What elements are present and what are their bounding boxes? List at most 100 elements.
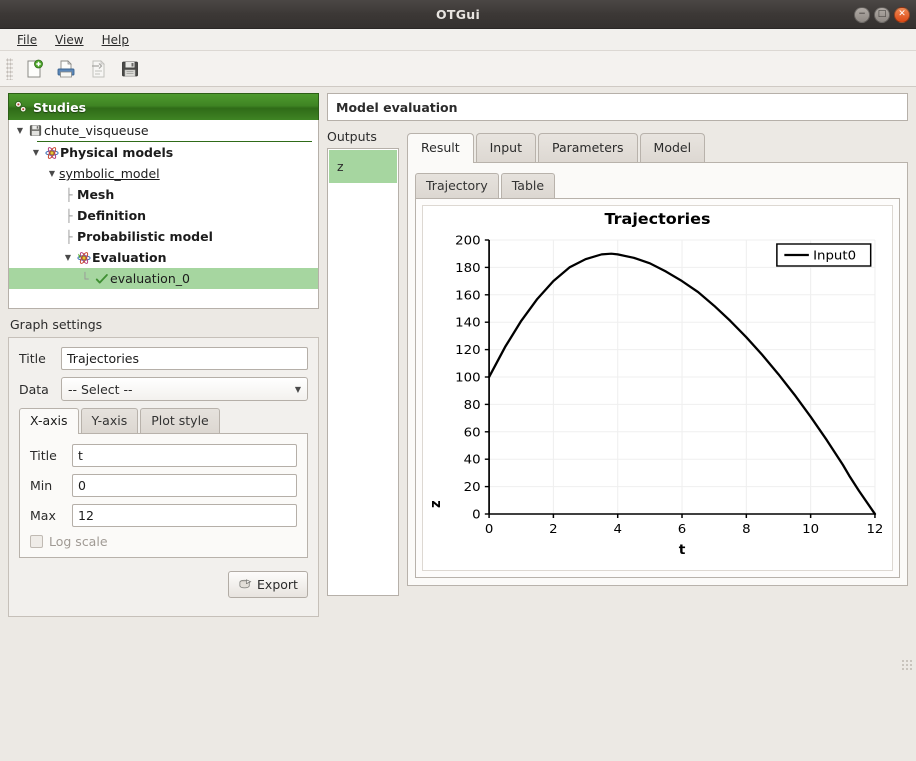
outputs-column: Outputs z (327, 129, 399, 596)
window-resize-grip[interactable] (901, 659, 913, 671)
studies-header: Studies (8, 93, 319, 120)
tab-result[interactable]: Result (407, 133, 474, 163)
tab-plot-style[interactable]: Plot style (140, 408, 220, 433)
graph-data-value: -- Select -- (68, 382, 133, 397)
y-tick-label: 60 (464, 426, 481, 441)
y-tick-label: 20 (464, 480, 481, 495)
menu-file[interactable]: File (8, 31, 46, 49)
graph-title-input[interactable]: Trajectories (61, 347, 308, 370)
y-axis-label: z (429, 500, 444, 508)
tree-item-evaluation[interactable]: ▼ Evaluation (9, 247, 318, 268)
tree-item-symbolic-model[interactable]: ▼ symbolic_model (9, 163, 318, 184)
graph-title-row: Title Trajectories (19, 347, 308, 370)
y-tick-label: 120 (455, 343, 480, 358)
maximize-icon: □ (878, 10, 887, 19)
menu-view-label: View (55, 33, 83, 47)
tab-table[interactable]: Table (501, 173, 555, 198)
tree-item-mesh[interactable]: ├ Mesh (9, 184, 318, 205)
axis-title-input[interactable]: t (72, 444, 297, 467)
tree-item-probabilistic-model[interactable]: ├ Probabilistic model (9, 226, 318, 247)
tab-y-axis[interactable]: Y-axis (81, 408, 139, 433)
save-study-button[interactable] (115, 55, 145, 83)
y-tick-label: 100 (455, 371, 480, 386)
tab-parameters[interactable]: Parameters (538, 133, 638, 162)
tab-trajectory[interactable]: Trajectory (415, 173, 499, 198)
log-scale-row: Log scale (30, 534, 297, 549)
x-tick-label: 12 (866, 522, 883, 537)
atom-icon (43, 146, 60, 160)
y-tick-label: 200 (455, 234, 480, 249)
axis-max-input[interactable]: 12 (72, 504, 297, 527)
maximize-button[interactable]: □ (874, 7, 890, 23)
graph-settings-group: Title Trajectories Data -- Select -- ▼ X… (8, 337, 319, 617)
toolbar-grip[interactable] (6, 58, 13, 80)
right-pane: Model evaluation Outputs z Result Input … (327, 93, 908, 596)
chevron-down-icon: ▼ (295, 385, 301, 394)
tree-item-label: chute_visqueuse (44, 123, 149, 138)
tree-item-physical-models[interactable]: ▼ Physical models (9, 142, 318, 163)
open-study-button[interactable] (51, 55, 81, 83)
legend-label: Input0 (813, 249, 856, 264)
evaluation-body: Outputs z Result Input Parameters Model … (327, 129, 908, 596)
tree-branch-icon: ├ (61, 231, 77, 243)
tree-item-label: Probabilistic model (77, 229, 213, 244)
main-content: Studies ▼ chute_visqueuse ▼ (0, 87, 916, 761)
menubar: File View Help (0, 29, 916, 51)
window-titlebar: OTGui − □ ✕ (0, 0, 916, 29)
outputs-list[interactable]: z (327, 148, 399, 596)
y-tick-label: 80 (464, 398, 481, 413)
log-scale-label: Log scale (49, 534, 108, 549)
menu-file-label: File (17, 33, 37, 47)
tree-item-chute-visqueuse[interactable]: ▼ chute_visqueuse (9, 120, 318, 141)
graph-title-label: Title (19, 351, 61, 366)
chevron-down-icon[interactable]: ▼ (45, 169, 59, 178)
output-item-z[interactable]: z (329, 150, 397, 183)
graph-data-select[interactable]: -- Select -- ▼ (61, 377, 308, 401)
result-tabs: Result Input Parameters Model (407, 133, 908, 162)
export-row: Export (19, 571, 308, 598)
graph-data-label: Data (19, 382, 61, 397)
y-tick-label: 140 (455, 316, 480, 331)
tab-model[interactable]: Model (640, 133, 706, 162)
chevron-down-icon[interactable]: ▼ (29, 148, 43, 157)
studies-tree[interactable]: ▼ chute_visqueuse ▼ (8, 120, 319, 309)
toolbar (0, 51, 916, 87)
menu-view[interactable]: View (46, 31, 92, 49)
axis-min-row: Min 0 (30, 474, 297, 497)
tree-item-label: Physical models (60, 145, 173, 160)
trajectory-panel: Trajectories0204060801001201401601802000… (415, 198, 900, 578)
import-script-button[interactable] (83, 55, 113, 83)
export-button[interactable]: Export (228, 571, 308, 598)
result-subtabs: Trajectory Table (415, 173, 900, 198)
import-script-icon (88, 59, 108, 79)
x-tick-label: 6 (678, 522, 686, 537)
new-study-button[interactable] (19, 55, 49, 83)
tree-item-label: symbolic_model (59, 166, 160, 181)
y-tick-label: 180 (455, 261, 480, 276)
minimize-icon: − (858, 10, 866, 19)
axis-min-input[interactable]: 0 (72, 474, 297, 497)
tree-item-evaluation-0[interactable]: └ evaluation_0 (9, 268, 318, 289)
left-pane: Studies ▼ chute_visqueuse ▼ (8, 93, 319, 617)
tab-input[interactable]: Input (476, 133, 536, 162)
axis-max-label: Max (30, 508, 72, 523)
x-axis-label: t (679, 543, 686, 558)
close-button[interactable]: ✕ (894, 7, 910, 23)
chevron-down-icon[interactable]: ▼ (61, 253, 75, 262)
window-controls: − □ ✕ (854, 0, 910, 29)
tree-branch-icon: ├ (61, 189, 77, 201)
x-tick-label: 2 (549, 522, 557, 537)
axis-title-row: Title t (30, 444, 297, 467)
export-icon (238, 577, 253, 592)
tree-item-definition[interactable]: ├ Definition (9, 205, 318, 226)
x-tick-label: 0 (485, 522, 493, 537)
y-tick-label: 40 (464, 453, 481, 468)
menu-help[interactable]: Help (93, 31, 138, 49)
tab-x-axis[interactable]: X-axis (19, 408, 79, 434)
axis-min-label: Min (30, 478, 72, 493)
new-study-icon (24, 59, 44, 79)
chevron-down-icon[interactable]: ▼ (13, 126, 27, 135)
log-scale-checkbox (30, 535, 43, 548)
trajectory-chart[interactable]: Trajectories0204060801001201401601802000… (422, 205, 893, 571)
minimize-button[interactable]: − (854, 7, 870, 23)
